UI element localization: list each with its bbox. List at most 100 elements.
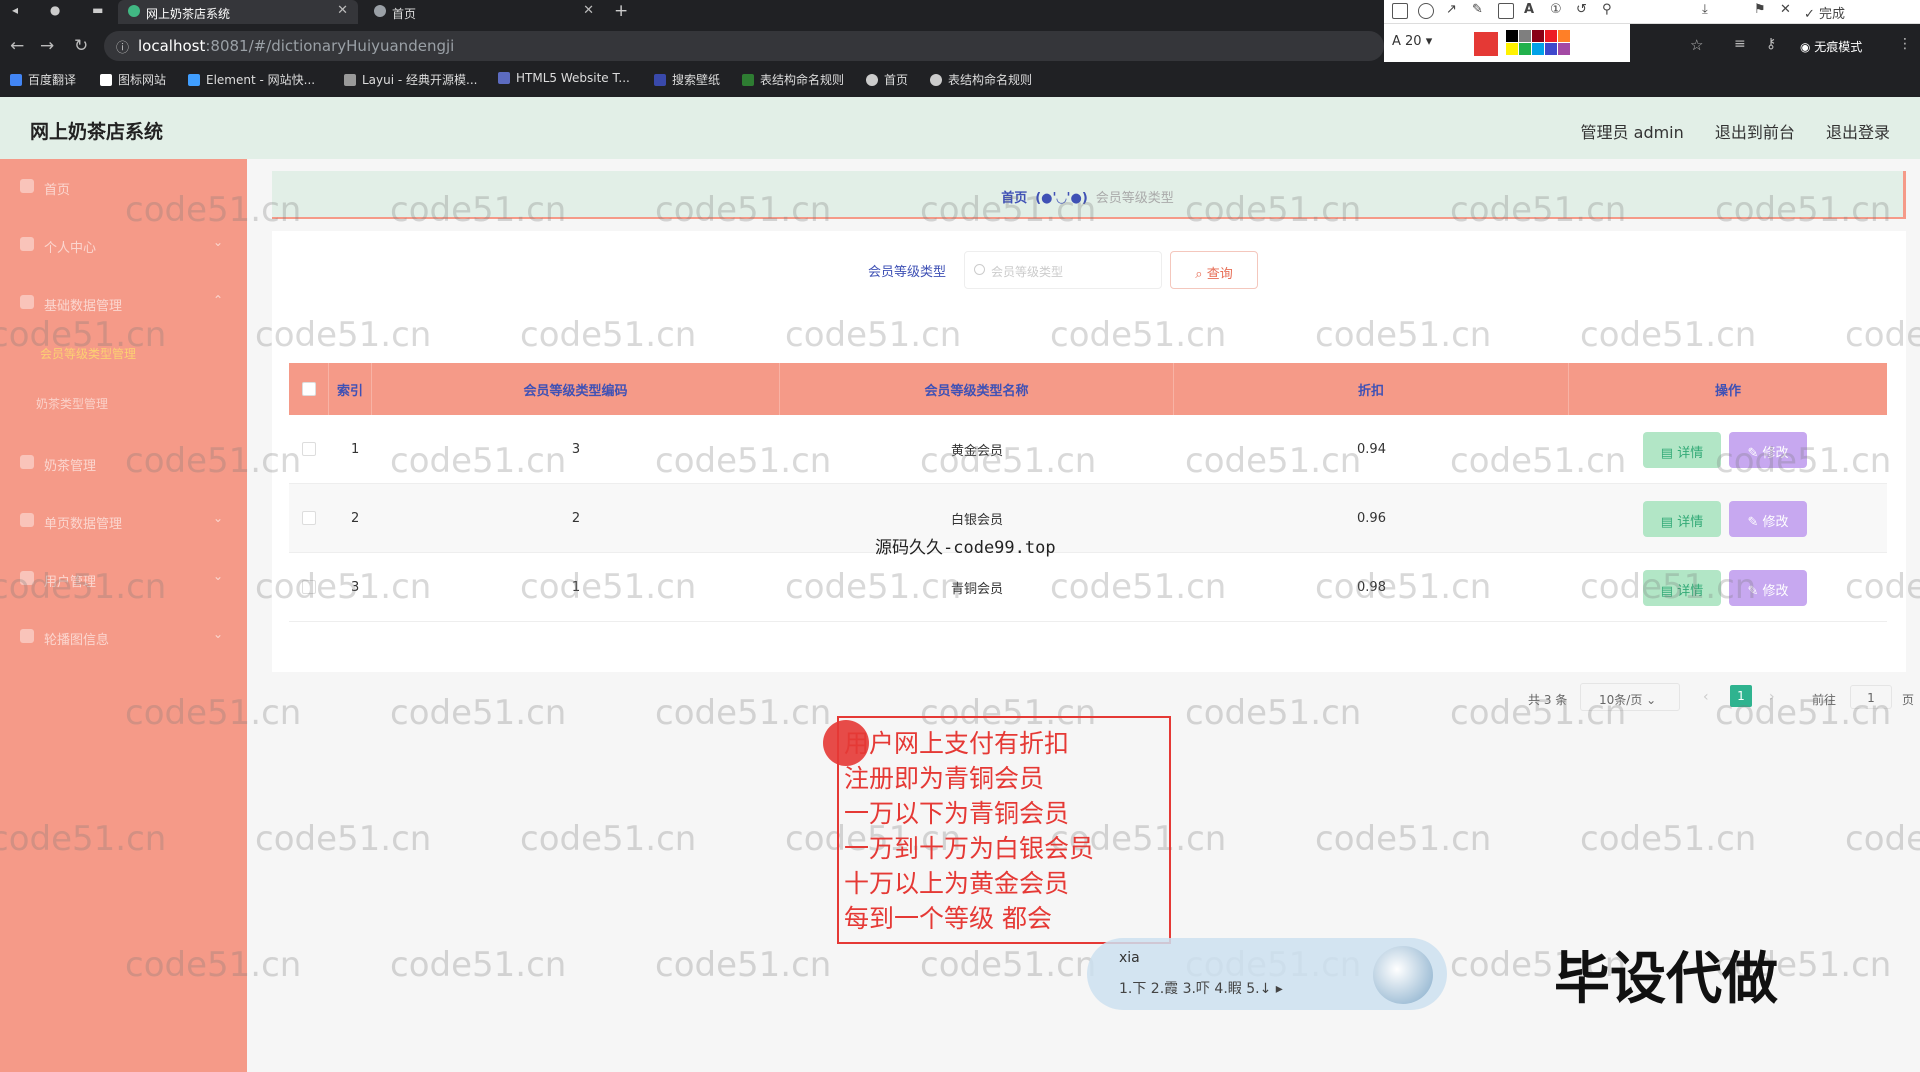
cell-discount: 0.94 <box>1357 441 1386 457</box>
reload-icon[interactable]: ↻ <box>74 36 88 56</box>
edit-label: 修改 <box>1762 584 1789 599</box>
edit-button[interactable]: ✎ 修改 <box>1729 432 1807 468</box>
sidebar-item-basic-data[interactable]: 基础数据管理 ⌃ <box>0 281 247 325</box>
bookmark-item[interactable]: 表结构命名规则 <box>930 71 1032 88</box>
cell-name: 黄金会员 <box>950 443 1003 459</box>
bookmark-item[interactable]: Layui - 经典开源模... <box>344 71 477 88</box>
detail-button[interactable]: ▤ 详情 <box>1643 432 1721 468</box>
cell-code: 3 <box>571 441 581 457</box>
close-icon[interactable]: ✕ <box>337 3 348 18</box>
query-button[interactable]: ⌕ 查询 <box>1170 251 1258 289</box>
row-checkbox[interactable] <box>302 511 316 525</box>
vue-icon <box>128 5 140 17</box>
url-host: localhost <box>138 37 206 55</box>
rect-tool-icon[interactable] <box>1392 3 1408 19</box>
sidebar-item-single-page[interactable]: 单页数据管理 ⌄ <box>0 499 247 543</box>
col-code-header[interactable]: 会员等级类型编码 <box>372 363 780 415</box>
detail-button[interactable]: ▤ 详情 <box>1643 501 1721 537</box>
incognito-badge[interactable]: ◉ 无痕模式 <box>1800 38 1862 55</box>
row-checkbox[interactable] <box>302 580 316 594</box>
star-icon[interactable]: ☆ <box>1690 36 1703 54</box>
row-select-cell <box>289 415 329 483</box>
row-select-cell <box>289 553 329 621</box>
url-input[interactable]: ⓘ localhost:8081/#/dictionaryHuiyuandeng… <box>104 31 1384 61</box>
goto-page-input[interactable]: 1 <box>1850 685 1892 709</box>
prev-page-icon[interactable]: ‹ <box>1703 689 1709 705</box>
bookmark-item[interactable]: 百度翻译 <box>10 71 76 88</box>
pin-icon[interactable]: ⚲ <box>1602 2 1612 17</box>
search-input[interactable]: 会员等级类型 <box>964 251 1162 289</box>
close-icon[interactable]: ✕ <box>583 3 594 18</box>
tab-active[interactable]: 网上奶茶店系统 ✕ <box>118 0 358 24</box>
page-number-current[interactable]: 1 <box>1730 685 1752 707</box>
bookmark-item[interactable]: 表结构命名规则 <box>742 71 844 88</box>
page-size-select[interactable]: 10条/页 ⌄ <box>1580 683 1680 711</box>
col-actions-header: 操作 <box>1714 383 1741 399</box>
new-tab-button[interactable]: + <box>614 1 628 21</box>
data-icon <box>20 295 34 309</box>
detail-button[interactable]: ▤ 详情 <box>1643 570 1721 606</box>
menu-icon[interactable]: ⋮ <box>1898 36 1912 52</box>
arrow-tool-icon[interactable]: ↗ <box>1446 2 1457 17</box>
bookmark-item[interactable]: 首页 <box>866 71 908 88</box>
sidebar-item-tea[interactable]: 奶茶管理 <box>0 441 247 485</box>
back-icon[interactable]: ← <box>10 36 24 56</box>
sidebar-item-home[interactable]: 首页 <box>0 165 247 209</box>
close-icon[interactable]: ✕ <box>1780 2 1791 17</box>
cell-index: 1 <box>351 441 360 457</box>
tab-title: 网上奶茶店系统 <box>146 7 231 21</box>
pager-total: 共 3 条 <box>1528 693 1568 707</box>
breadcrumb-home[interactable]: 首页 <box>1001 191 1027 206</box>
ellipse-tool-icon[interactable] <box>1418 3 1434 19</box>
sidebar-subitem-member-level[interactable]: 会员等级类型管理 <box>40 345 136 362</box>
logout-link[interactable]: 退出登录 <box>1826 123 1890 142</box>
bookmark-label: Element - 网站快... <box>206 73 316 87</box>
done-button[interactable]: ✓ 完成 <box>1804 3 1845 22</box>
incognito-label: 无痕模式 <box>1814 40 1863 54</box>
bookmark-label: HTML5 Website T... <box>516 71 630 85</box>
select-all-checkbox[interactable] <box>301 382 316 396</box>
window-controls[interactable]: ◂ ● ▬ <box>12 3 117 17</box>
key-icon[interactable]: ⚷ <box>1766 36 1776 52</box>
wallpaper-icon <box>654 74 666 86</box>
ime-candidates[interactable]: 1.下 2.霞 3.吓 4.睱 5.↓ ▸ <box>1119 978 1283 998</box>
note-line: 十万以上为黄金会员 <box>844 869 1070 898</box>
col-discount-header[interactable]: 折扣 <box>1174 363 1569 415</box>
forward-icon[interactable]: → <box>40 36 54 56</box>
bookmark-icon[interactable]: ⚑ <box>1754 2 1766 17</box>
bookmark-item[interactable]: HTML5 Website T... <box>498 71 630 85</box>
row-checkbox[interactable] <box>302 442 316 456</box>
bookmark-label: 表结构命名规则 <box>760 73 845 87</box>
next-page-icon[interactable]: › <box>1769 689 1775 705</box>
col-name-header[interactable]: 会员等级类型名称 <box>780 363 1174 415</box>
bookmark-item[interactable]: 搜索壁纸 <box>654 71 720 88</box>
table-row: 1 3 黄金会员 0.94 ▤ 详情 ✎ 修改 <box>289 415 1887 484</box>
sidebar-item-carousel[interactable]: 轮播图信息 ⌄ <box>0 615 247 659</box>
edit-label: 修改 <box>1762 446 1789 461</box>
text-tool-icon[interactable]: A <box>1524 2 1534 17</box>
edit-button[interactable]: ✎ 修改 <box>1729 570 1807 606</box>
sidebar-item-users[interactable]: 用户管理 ⌄ <box>0 557 247 601</box>
query-button-label: 查询 <box>1206 267 1233 282</box>
tab-home[interactable]: 首页 ✕ <box>364 0 604 24</box>
exit-to-front-link[interactable]: 退出到前台 <box>1715 123 1795 142</box>
select-all-cell <box>289 363 329 415</box>
breadcrumb-text: 首页 (●'◡'●) 会员等级类型 <box>272 187 1903 206</box>
cell-code: 2 <box>571 510 581 526</box>
undo-icon[interactable]: ↺ <box>1576 2 1587 17</box>
download-icon[interactable]: ⤓ <box>1702 2 1708 17</box>
pen-tool-icon[interactable]: ✎ <box>1472 2 1483 17</box>
cell-discount: 0.96 <box>1357 510 1386 526</box>
browser-chrome: ◂ ● ▬ 网上奶茶店系统 ✕ 首页 ✕ + ↗ ✎ A ① ↺ ⚲ ⤓ ⚑ ✕… <box>0 0 1920 97</box>
reading-list-icon[interactable]: ≡ <box>1734 36 1746 52</box>
bookmark-item[interactable]: Element - 网站快... <box>188 71 315 88</box>
mosaic-tool-icon[interactable] <box>1498 3 1514 19</box>
edit-button[interactable]: ✎ 修改 <box>1729 501 1807 537</box>
ime-candidate-list: 1.下 2.霞 3.吓 4.睱 5.↓ <box>1119 981 1272 997</box>
admin-label: 管理员 admin <box>1580 123 1684 142</box>
tab-title: 首页 <box>392 7 417 21</box>
bookmark-item[interactable]: 图标网站 <box>100 71 166 88</box>
sidebar-item-profile[interactable]: 个人中心 ⌄ <box>0 223 247 267</box>
sidebar-subitem-tea-type[interactable]: 奶茶类型管理 <box>36 395 108 412</box>
number-tool-icon[interactable]: ① <box>1550 2 1562 17</box>
